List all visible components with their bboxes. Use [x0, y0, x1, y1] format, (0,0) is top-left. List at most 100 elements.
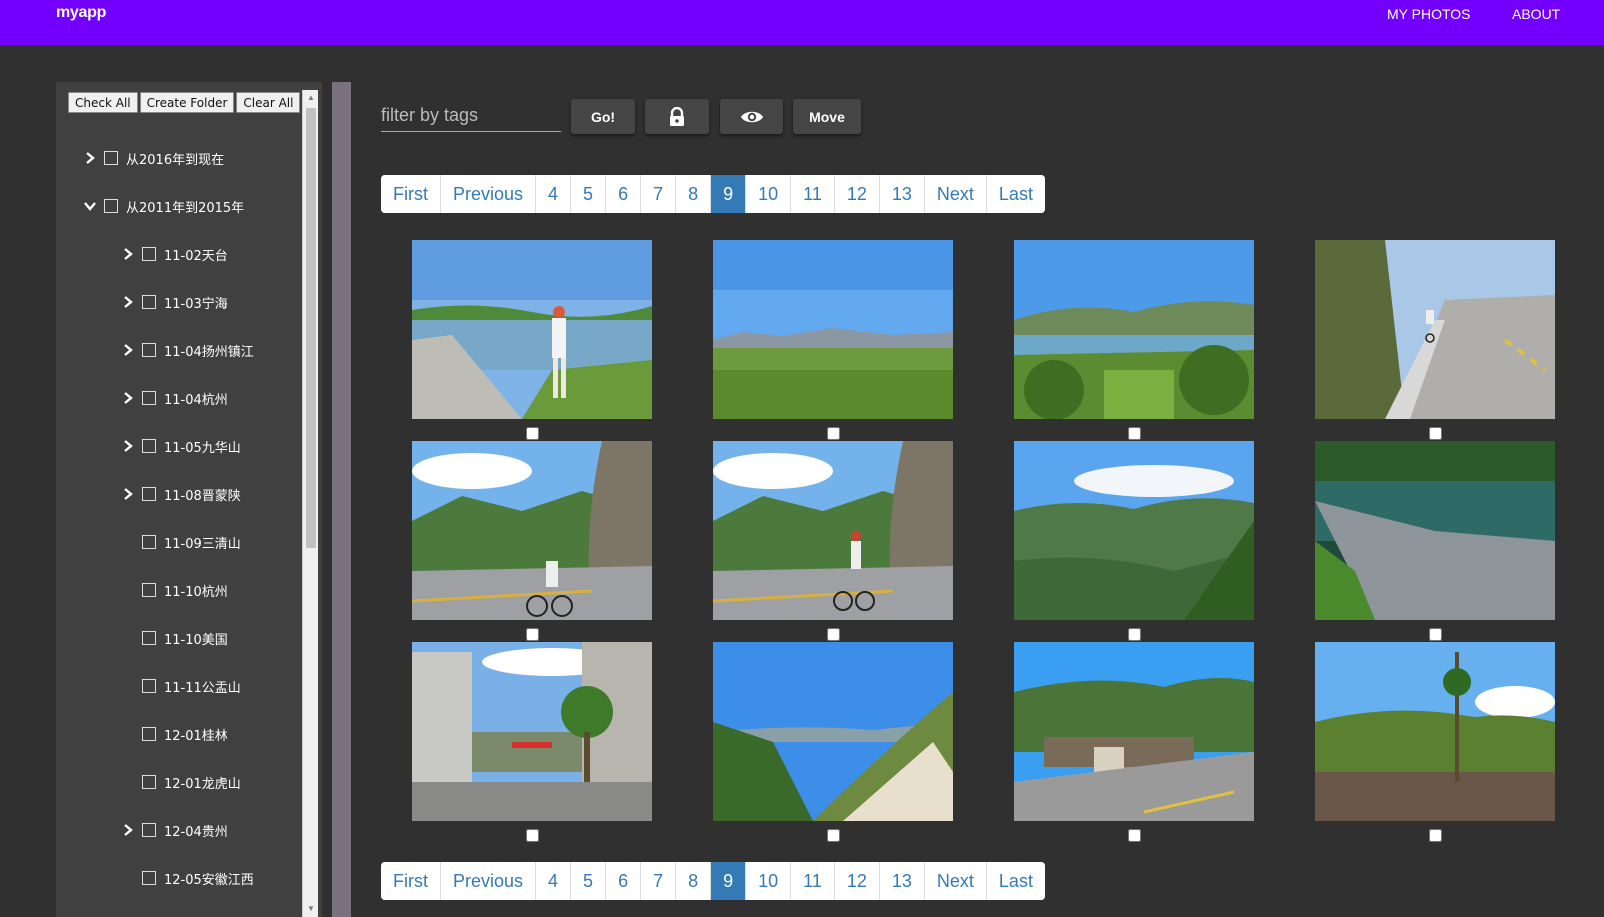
- page-last-link[interactable]: Last: [986, 175, 1045, 213]
- chevron-right-icon[interactable]: [118, 388, 138, 408]
- page-first-link[interactable]: First: [381, 175, 441, 213]
- folder-tree-item[interactable]: 12-05安徽江西: [118, 867, 254, 889]
- photo-thumbnail[interactable]: [1315, 441, 1555, 620]
- folder-tree-item[interactable]: 11-11公盂山: [118, 675, 241, 697]
- nav-about[interactable]: ABOUT: [1512, 6, 1560, 22]
- photo-thumbnail[interactable]: [412, 240, 652, 419]
- create-folder-button[interactable]: Create Folder: [139, 92, 235, 113]
- page-number-link[interactable]: 9: [711, 175, 747, 213]
- photo-thumbnail[interactable]: [1014, 441, 1254, 620]
- page-previous-link[interactable]: Previous: [441, 175, 537, 213]
- page-number-link[interactable]: 13: [879, 862, 925, 900]
- photo-select-checkbox[interactable]: [1128, 829, 1141, 842]
- sidebar-scrollbar[interactable]: ▲ ▼: [302, 90, 318, 917]
- page-number-link[interactable]: 8: [676, 175, 712, 213]
- folder-tree-item[interactable]: 12-04贵州: [118, 819, 228, 841]
- page-number-link[interactable]: 6: [606, 175, 642, 213]
- page-number-link[interactable]: 8: [676, 862, 712, 900]
- photo-thumbnail[interactable]: [412, 642, 652, 821]
- folder-checkbox[interactable]: [142, 823, 156, 837]
- page-number-link[interactable]: 4: [536, 862, 572, 900]
- clear-all-button[interactable]: Clear All: [236, 92, 301, 113]
- tag-filter-input[interactable]: [381, 100, 561, 132]
- page-number-link[interactable]: 12: [834, 175, 880, 213]
- nav-my-photos[interactable]: MY PHOTOS: [1387, 6, 1471, 22]
- page-number-link[interactable]: 4: [536, 175, 572, 213]
- chevron-right-icon[interactable]: [80, 148, 100, 168]
- folder-tree-item[interactable]: 从2016年到现在: [80, 147, 224, 169]
- folder-checkbox[interactable]: [142, 583, 156, 597]
- photo-thumbnail[interactable]: [713, 441, 953, 620]
- folder-tree-item[interactable]: 11-08晋蒙陕: [118, 483, 241, 505]
- folder-checkbox[interactable]: [142, 535, 156, 549]
- page-number-link[interactable]: 9: [711, 862, 747, 900]
- page-last-link[interactable]: Last: [986, 862, 1045, 900]
- page-number-link[interactable]: 7: [641, 175, 677, 213]
- photo-select-checkbox[interactable]: [526, 427, 539, 440]
- panel-splitter[interactable]: [332, 82, 351, 917]
- chevron-right-icon[interactable]: [118, 340, 138, 360]
- folder-checkbox[interactable]: [104, 199, 118, 213]
- photo-thumbnail[interactable]: [412, 441, 652, 620]
- photo-select-checkbox[interactable]: [827, 628, 840, 641]
- folder-checkbox[interactable]: [142, 295, 156, 309]
- photo-select-checkbox[interactable]: [827, 829, 840, 842]
- chevron-right-icon[interactable]: [118, 436, 138, 456]
- chevron-down-icon[interactable]: [80, 196, 100, 216]
- visibility-button[interactable]: [720, 99, 783, 134]
- page-number-link[interactable]: 13: [879, 175, 925, 213]
- page-number-link[interactable]: 5: [571, 175, 607, 213]
- scroll-down-arrow-icon[interactable]: ▼: [303, 901, 319, 917]
- photo-thumbnail[interactable]: [713, 642, 953, 821]
- check-all-button[interactable]: Check All: [68, 92, 138, 113]
- move-button[interactable]: Move: [793, 99, 861, 134]
- app-brand[interactable]: myapp: [56, 4, 106, 22]
- page-number-link[interactable]: 11: [791, 862, 835, 900]
- lock-button[interactable]: [645, 99, 709, 134]
- photo-select-checkbox[interactable]: [827, 427, 840, 440]
- folder-checkbox[interactable]: [142, 343, 156, 357]
- page-number-link[interactable]: 10: [746, 175, 792, 213]
- photo-select-checkbox[interactable]: [1429, 829, 1442, 842]
- photo-thumbnail[interactable]: [1315, 642, 1555, 821]
- page-number-link[interactable]: 11: [791, 175, 835, 213]
- photo-select-checkbox[interactable]: [1429, 427, 1442, 440]
- folder-tree-item[interactable]: 11-05九华山: [118, 435, 241, 457]
- chevron-right-icon[interactable]: [118, 244, 138, 264]
- folder-tree-item[interactable]: 从2011年到2015年: [80, 195, 244, 217]
- photo-thumbnail[interactable]: [713, 240, 953, 419]
- page-number-link[interactable]: 12: [834, 862, 880, 900]
- folder-tree-item[interactable]: 11-02天台: [118, 243, 228, 265]
- photo-select-checkbox[interactable]: [1128, 427, 1141, 440]
- folder-checkbox[interactable]: [104, 151, 118, 165]
- chevron-right-icon[interactable]: [118, 484, 138, 504]
- page-number-link[interactable]: 5: [571, 862, 607, 900]
- page-first-link[interactable]: First: [381, 862, 441, 900]
- folder-checkbox[interactable]: [142, 727, 156, 741]
- folder-checkbox[interactable]: [142, 775, 156, 789]
- folder-checkbox[interactable]: [142, 439, 156, 453]
- folder-checkbox[interactable]: [142, 391, 156, 405]
- folder-tree-item[interactable]: 11-03宁海: [118, 291, 228, 313]
- page-previous-link[interactable]: Previous: [441, 862, 537, 900]
- folder-checkbox[interactable]: [142, 487, 156, 501]
- page-next-link[interactable]: Next: [924, 862, 987, 900]
- page-number-link[interactable]: 6: [606, 862, 642, 900]
- folder-checkbox[interactable]: [142, 679, 156, 693]
- folder-tree-item[interactable]: 12-01龙虎山: [118, 771, 241, 793]
- scroll-up-arrow-icon[interactable]: ▲: [303, 90, 319, 106]
- chevron-right-icon[interactable]: [118, 292, 138, 312]
- folder-tree-item[interactable]: 12-01桂林: [118, 723, 228, 745]
- photo-thumbnail[interactable]: [1014, 240, 1254, 419]
- folder-tree-item[interactable]: 11-04扬州镇江: [118, 339, 254, 361]
- chevron-right-icon[interactable]: [118, 820, 138, 840]
- photo-select-checkbox[interactable]: [526, 829, 539, 842]
- folder-checkbox[interactable]: [142, 631, 156, 645]
- photo-thumbnail[interactable]: [1014, 642, 1254, 821]
- folder-tree-item[interactable]: 11-09三清山: [118, 531, 241, 553]
- folder-checkbox[interactable]: [142, 247, 156, 261]
- folder-checkbox[interactable]: [142, 871, 156, 885]
- folder-tree-item[interactable]: 11-10美国: [118, 627, 228, 649]
- photo-select-checkbox[interactable]: [526, 628, 539, 641]
- folder-tree-item[interactable]: 11-04杭州: [118, 387, 228, 409]
